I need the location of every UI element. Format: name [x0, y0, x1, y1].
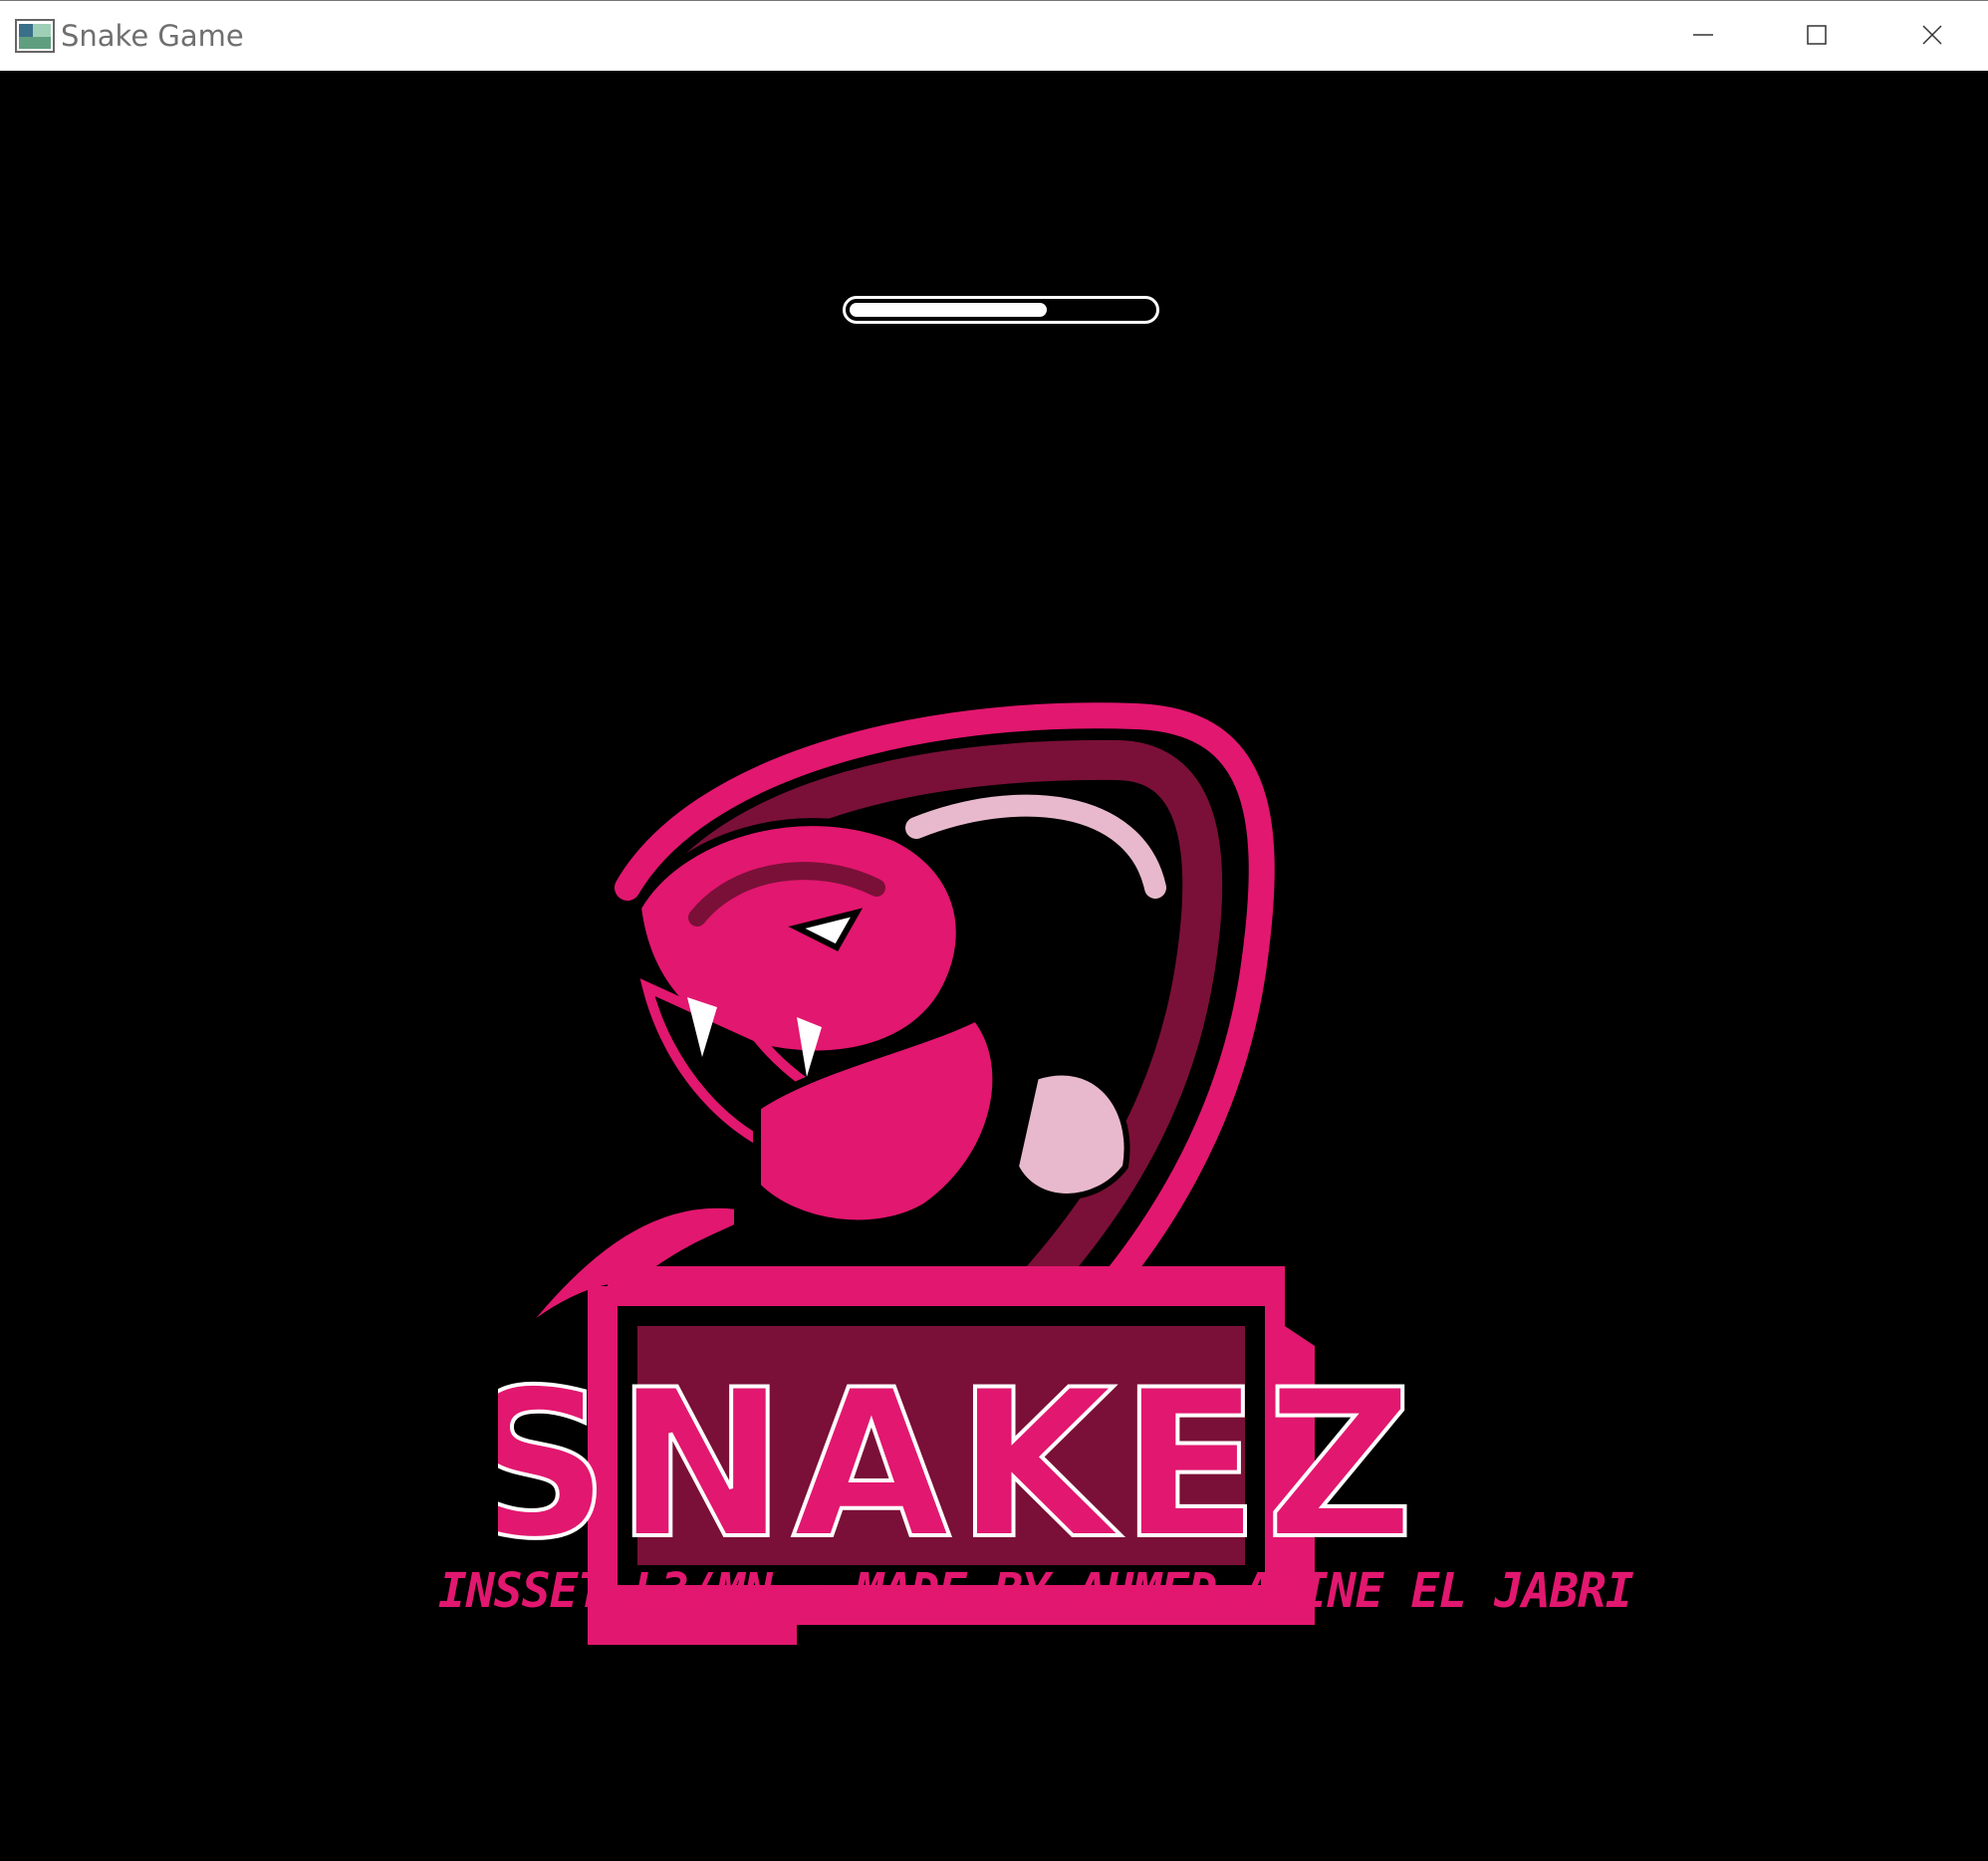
window-title: Snake Game: [61, 19, 244, 53]
minimize-icon: [1692, 24, 1714, 50]
game-content: SNAKEZ INSSET L3/MN - MADE BY AHMED-AMIN…: [0, 71, 1988, 1861]
close-button[interactable]: [1874, 1, 1988, 72]
loading-progress-fill: [850, 303, 1047, 317]
app-window-icon: [15, 19, 55, 53]
credits-text: INSSET L3/MN - MADE BY AHMED-AMINE EL JA…: [438, 1563, 1634, 1619]
snakez-logo: SNAKEZ: [498, 702, 1420, 1645]
snakez-wordmark: SNAKEZ: [498, 1347, 1420, 1584]
title-bar[interactable]: Snake Game: [0, 0, 1988, 71]
loading-progress-bar: [843, 296, 1159, 324]
maximize-button[interactable]: [1759, 1, 1874, 72]
snake-game-window: Snake Game SNAKEZ INSSET L3/MN - MADE BY…: [0, 0, 1988, 1861]
close-icon: [1921, 24, 1943, 50]
maximize-icon: [1806, 24, 1828, 50]
minimize-button[interactable]: [1645, 1, 1761, 72]
